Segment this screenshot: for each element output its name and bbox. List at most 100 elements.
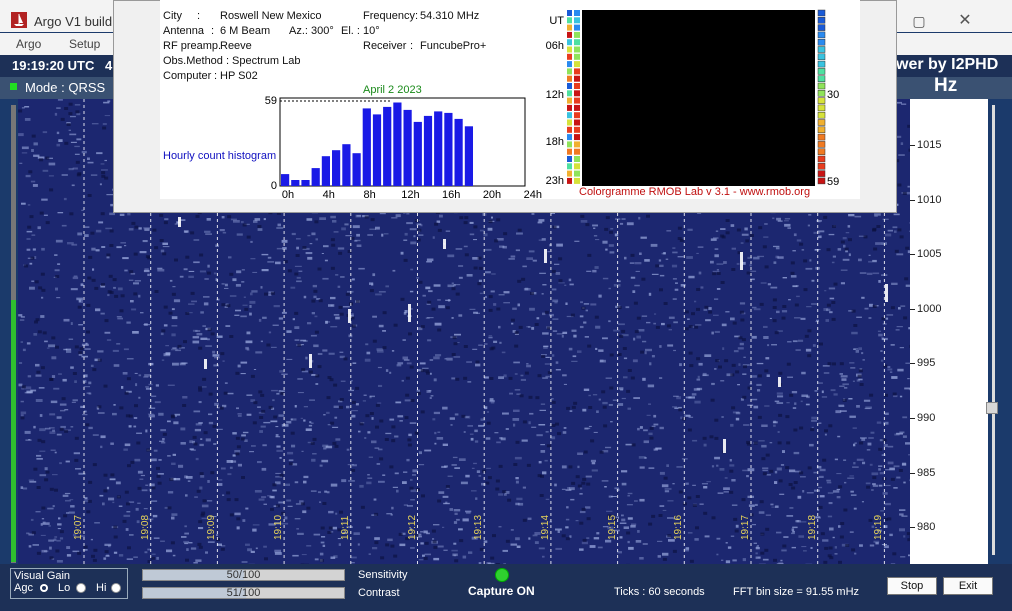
cg-cell	[567, 24, 572, 31]
cg-cell	[574, 134, 580, 141]
color-scale-cell	[817, 148, 826, 155]
stop-button[interactable]: Stop	[887, 577, 937, 595]
cg-cell	[567, 31, 572, 38]
lo-radio[interactable]	[76, 583, 86, 593]
exit-button[interactable]: Exit	[943, 577, 993, 595]
histogram-bar	[311, 168, 320, 186]
utc-extra: 4	[105, 58, 113, 73]
cg-cell	[574, 75, 580, 82]
color-scale-cell	[817, 82, 826, 90]
antenna-label: Antenna	[163, 25, 204, 37]
cg-cell	[574, 126, 580, 133]
frequency-label: 990	[917, 412, 936, 424]
contrast-slider[interactable]: 51/100	[142, 587, 345, 599]
color-scale-cell	[817, 141, 826, 148]
cg-cell	[574, 83, 580, 89]
color-scale-cell	[817, 38, 826, 46]
time-label: 19:18	[806, 514, 818, 540]
close-icon[interactable]: ✕	[942, 10, 988, 32]
time-label: 19:10	[273, 514, 285, 540]
color-scale-cell	[817, 9, 826, 17]
signal-trace	[408, 304, 411, 322]
signal-trace	[740, 252, 743, 270]
cg-cell	[567, 75, 572, 82]
app-logo-icon	[11, 12, 27, 28]
histogram-bar	[444, 112, 453, 186]
hi-radio[interactable]	[111, 583, 121, 593]
menu-setup[interactable]: Setup	[69, 37, 100, 51]
mode-led-icon	[10, 83, 17, 90]
frequency-tick	[910, 254, 915, 256]
obs-method-label: Obs.Method	[163, 55, 223, 67]
histogram-bar	[332, 150, 341, 186]
time-label: 19:12	[406, 514, 418, 540]
scale-label: 30	[827, 89, 839, 101]
mode-label: Mode : QRSS	[25, 80, 106, 95]
time-label: 19:15	[606, 514, 618, 540]
frequency-tick	[910, 472, 915, 474]
cg-cell	[567, 61, 572, 68]
frequency-label: 995	[917, 357, 936, 370]
brand-label: wer by I2PHD	[896, 56, 999, 73]
colorgramme-title: Colorgramme RMOB Lab v 3.1 - www.rmob.or…	[579, 186, 811, 198]
cg-cell	[567, 163, 572, 170]
maximize-icon[interactable]: ▢	[896, 10, 942, 32]
color-scale-cell	[817, 31, 826, 39]
cg-cell	[567, 170, 572, 177]
colon: :	[211, 25, 215, 37]
cg-cell	[567, 53, 572, 60]
time-label: 19:09	[206, 514, 218, 540]
frequency-label: 1000	[917, 302, 942, 315]
hour-label: 18h	[546, 136, 564, 148]
hour-label: 12h	[546, 89, 564, 101]
time-label: 19:19	[873, 514, 885, 540]
vertical-slider-track[interactable]	[992, 105, 995, 555]
frequency-label: 980	[917, 521, 936, 534]
frequency-label: 1015	[917, 139, 942, 151]
sensitivity-slider[interactable]: 50/100	[142, 569, 345, 581]
x-tick-label: 12h	[401, 189, 419, 199]
color-scale-cell	[817, 155, 826, 163]
cg-cell	[574, 112, 580, 119]
cg-cell	[574, 24, 580, 31]
frequency-value: 54.310 MHz	[420, 10, 480, 22]
y-tick-label: 59	[265, 95, 277, 107]
contrast-value: 51/100	[226, 587, 261, 599]
azimuth-value: Az.: 300°	[289, 25, 334, 37]
agc-label: Agc	[14, 582, 33, 594]
cg-cell	[574, 119, 580, 126]
cg-cell	[574, 90, 580, 97]
vertical-slider-thumb[interactable]	[986, 402, 998, 414]
agc-radio[interactable]	[40, 584, 48, 592]
colon: :	[415, 10, 419, 22]
color-scale-cell	[817, 111, 826, 119]
cg-cell	[574, 61, 580, 68]
sensitivity-value: 50/100	[226, 569, 261, 581]
window-title: Argo V1 build	[34, 14, 113, 29]
colorgramme: UT 06h 12h 18h 23h 30 59	[546, 9, 839, 188]
cg-cell	[574, 53, 580, 60]
cg-cell	[567, 104, 572, 111]
signal-trace	[885, 284, 888, 302]
capture-status: Capture ON	[468, 584, 535, 598]
x-tick-label: 20h	[483, 189, 501, 199]
colorgramme-grid	[582, 10, 815, 186]
rf-preamp-value: Reeve	[220, 40, 252, 52]
signal-trace	[443, 239, 446, 249]
cg-cell	[567, 141, 572, 148]
fft-bin-label: FFT bin size = 91.55 mHz	[733, 586, 860, 598]
signal-trace	[544, 249, 547, 263]
x-tick-label: 0h	[282, 189, 294, 199]
receiver-value: FuncubePro+	[420, 40, 487, 52]
cg-cell	[567, 177, 572, 184]
cg-cell	[567, 97, 572, 104]
color-scale-cell	[817, 119, 826, 126]
cg-cell	[567, 134, 572, 141]
time-label: 19:14	[539, 514, 551, 540]
frequency-tick	[910, 145, 915, 146]
cg-cell	[567, 156, 572, 162]
menu-argo[interactable]: Argo	[16, 37, 41, 51]
cg-cell	[567, 112, 572, 119]
contrast-label: Contrast	[358, 587, 400, 599]
colon: :	[214, 70, 218, 82]
